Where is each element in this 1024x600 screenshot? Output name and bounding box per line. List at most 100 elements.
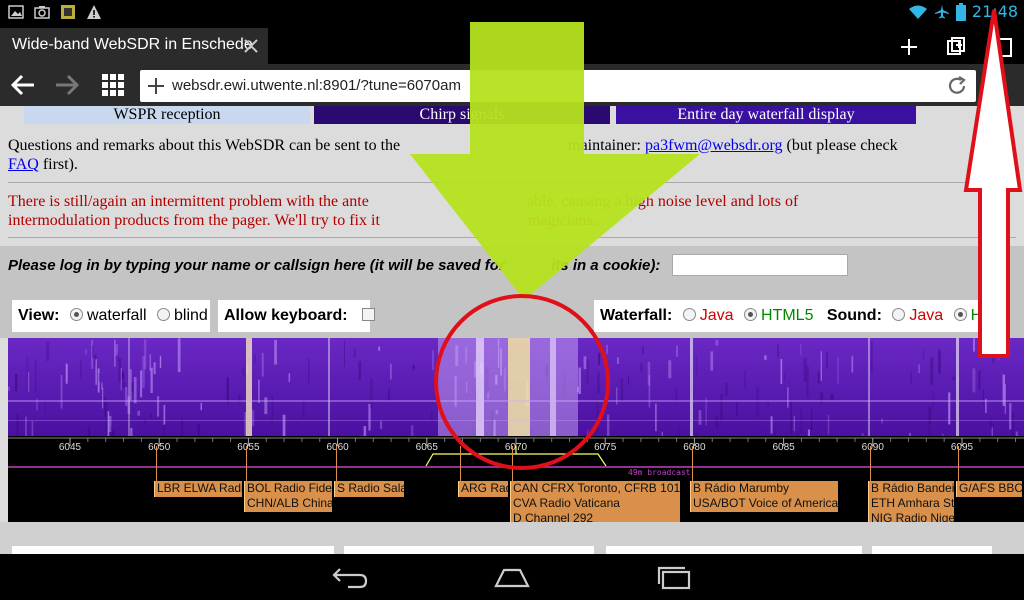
station-marker	[246, 446, 247, 481]
waterfall-streak	[607, 414, 610, 438]
waterfall-streak	[163, 404, 166, 425]
divider	[8, 182, 1016, 183]
wifi-icon	[908, 5, 927, 19]
banner-wspr[interactable]: WSPR reception	[24, 106, 310, 124]
waterfall-streak	[676, 345, 678, 357]
sound-java-radio[interactable]	[892, 308, 906, 321]
home-nav-icon[interactable]	[492, 564, 532, 590]
warning-icon	[87, 5, 101, 19]
waterfall-streak	[744, 370, 746, 389]
waterfall-streak	[998, 355, 1000, 361]
waterfall-html5-radio[interactable]	[744, 308, 758, 321]
waterfall-streak	[596, 402, 599, 434]
waterfall-streak	[150, 413, 152, 418]
faq-link[interactable]: FAQ	[8, 156, 39, 173]
back-icon[interactable]	[10, 73, 36, 97]
waterfall-streak	[871, 341, 873, 374]
waterfall-streak	[764, 355, 767, 360]
waterfall-streak	[586, 359, 589, 384]
close-icon[interactable]	[242, 37, 260, 55]
waterfall-streak	[430, 410, 433, 422]
station-name: NIG Radio Nigeri	[871, 511, 954, 522]
waterfall-streak	[242, 367, 245, 376]
plus-icon[interactable]	[146, 76, 166, 96]
station-label[interactable]: B Rádio Bandeir ETH Amhara Sta NIG Radio N…	[868, 481, 954, 522]
waterfall-streak	[783, 373, 786, 381]
station-label[interactable]: S Radio Sala	[334, 481, 404, 497]
waterfall-streak	[308, 358, 310, 383]
frequency-scale[interactable]: 6045 6050 6055 6060 6065 6070 6075 6080 6085 6090…	[8, 436, 1024, 522]
station-marker	[692, 446, 693, 481]
waterfall-streak	[412, 365, 415, 370]
new-tab-icon[interactable]	[898, 36, 920, 58]
waterfall-streak	[787, 387, 789, 408]
waterfall-streak	[102, 387, 104, 409]
waterfall-streak	[930, 357, 934, 385]
station-name: S Radio Sala	[337, 481, 404, 495]
view-waterfall-radio[interactable]	[69, 308, 83, 321]
webpage: WSPR reception Chirp signals Entire day …	[0, 106, 1024, 554]
forward-icon[interactable]	[54, 73, 80, 97]
email-link[interactable]: pa3fwm@websdr.org	[645, 137, 783, 154]
station-name: CHN/ALB China	[247, 496, 332, 510]
scale-tick-label: 6055	[237, 442, 260, 453]
waterfall-streak	[15, 374, 18, 392]
waterfall-streak	[380, 421, 383, 429]
station-label[interactable]: CAN CFRX Toronto, CFRB 1010 CVA Radio Vat…	[510, 481, 680, 522]
waterfall-java-radio[interactable]	[682, 308, 696, 321]
waterfall-streak	[25, 416, 27, 438]
waterfall-streak	[837, 357, 839, 385]
waterfall-streak	[358, 361, 361, 380]
waterfall-streak	[640, 363, 643, 373]
waterfall-streak	[972, 368, 976, 393]
waterfall-streak	[80, 360, 82, 380]
reload-icon[interactable]	[946, 75, 968, 97]
station-label[interactable]: G/AFS BBC	[956, 481, 1022, 497]
station-name: LBR ELWA Radio	[157, 481, 242, 495]
waterfall-streak	[989, 417, 993, 429]
sound-html5-radio[interactable]	[953, 308, 967, 321]
station-marker	[958, 446, 959, 481]
url-input[interactable]: websdr.ewi.utwente.nl:8901/?tune=6070am	[140, 70, 976, 102]
waterfall-streak	[378, 346, 381, 351]
waterfall-streak	[258, 379, 260, 403]
station-label[interactable]: LBR ELWA Radio	[154, 481, 242, 497]
incognito-tab-icon[interactable]	[945, 36, 967, 58]
station-name: ARG Radi	[461, 481, 508, 495]
waterfall-streak	[92, 344, 94, 358]
waterfall-streak	[1004, 384, 1006, 414]
waterfall-streak	[806, 365, 809, 398]
station-label[interactable]: B Rádio Marumby USA/BOT Voice of America	[690, 481, 838, 512]
waterfall-display[interactable]	[8, 338, 1024, 438]
station-label[interactable]: BOL Radio Fide CHN/ALB China	[244, 481, 332, 512]
callsign-input[interactable]	[672, 254, 848, 276]
station-label[interactable]: ARG Radi	[458, 481, 508, 497]
battery-icon	[955, 2, 966, 21]
tabs-overview-icon[interactable]	[992, 36, 1014, 58]
waterfall-streak	[938, 349, 941, 374]
waterfall-streak	[8, 386, 10, 391]
scale-tick-label: 6045	[59, 442, 82, 453]
waterfall-streak	[274, 339, 277, 365]
banner-chirp[interactable]: Chirp signals	[314, 106, 610, 124]
scale-tick-label: 6060	[326, 442, 349, 453]
banner-waterfall-day[interactable]: Entire day waterfall display	[616, 106, 916, 124]
view-blind-radio[interactable]	[156, 308, 170, 321]
waterfall-streak	[598, 352, 601, 365]
waterfall-streak	[668, 360, 672, 379]
waterfall-streak	[1011, 412, 1015, 438]
scale-tick-label: 6080	[683, 442, 706, 453]
waterfall-streak	[226, 377, 229, 404]
app-icon	[61, 5, 75, 19]
bookmarks-grid-icon[interactable]	[100, 73, 126, 97]
back-nav-icon[interactable]	[330, 564, 370, 590]
browser-tab[interactable]: Wide-band WebSDR in Enschede	[0, 28, 268, 64]
allow-keyboard-checkbox[interactable]	[362, 308, 376, 321]
recents-nav-icon[interactable]	[655, 564, 695, 590]
waterfall-streak	[973, 338, 975, 352]
waterfall-streak	[432, 350, 434, 371]
station-name: B Rádio Bandeir	[871, 481, 954, 495]
waterfall-streak	[26, 356, 29, 391]
waterfall-streak	[261, 352, 264, 377]
passband-indicator[interactable]	[425, 453, 607, 467]
